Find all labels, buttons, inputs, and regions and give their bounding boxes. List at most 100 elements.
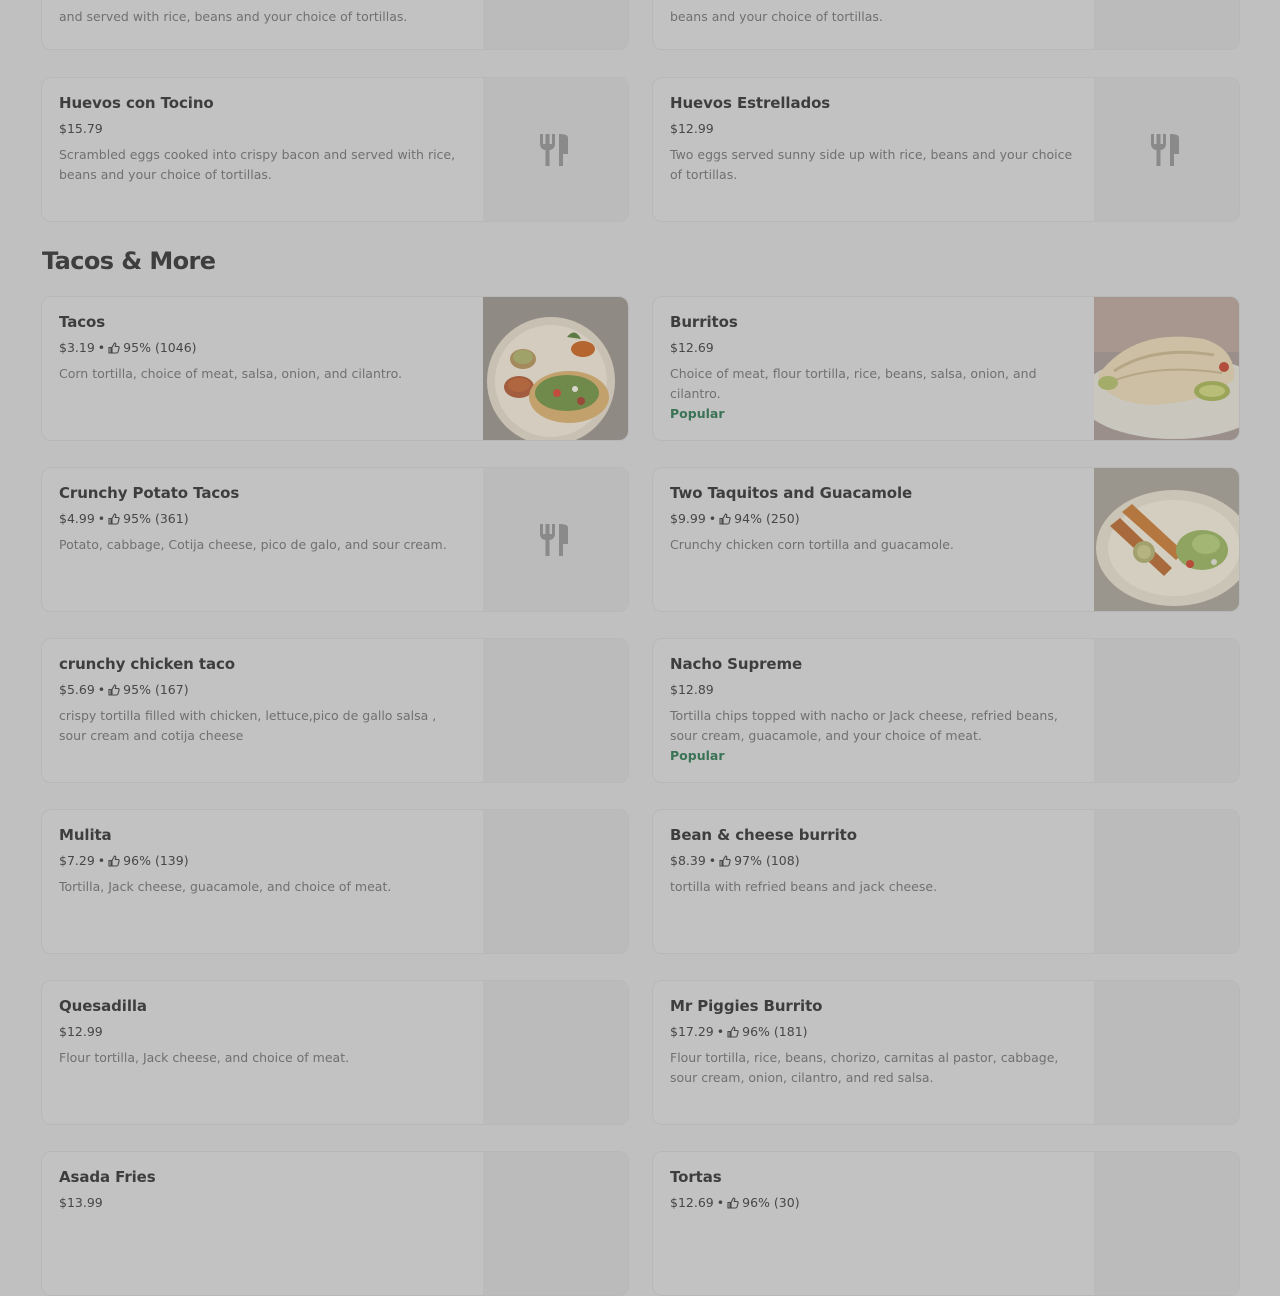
separator-dot: •: [708, 853, 717, 868]
menu-item-image-placeholder: [483, 810, 628, 953]
menu-item-meta: $3.19 • 95% (1046): [59, 340, 467, 356]
menu-item-price: $3.19: [59, 340, 95, 355]
thumbs-up-icon: [719, 513, 731, 525]
menu-item-rating: 95%: [123, 340, 151, 355]
menu-item-info: crunchy chicken taco $5.69 • 95% (167) c…: [59, 655, 467, 746]
menu-item-name: Huevos con Tocino: [59, 94, 214, 112]
menu-item-image-placeholder: [1094, 1152, 1239, 1295]
menu-item-name: Nacho Supreme: [670, 655, 803, 673]
menu-item-card[interactable]: Quesadilla $12.99 Flour tortilla, Jack c…: [41, 980, 629, 1125]
menu-item-card[interactable]: Burritos $12.69 Choice of meat, flour to…: [652, 296, 1240, 441]
menu-item-info: Two Taquitos and Guacamole $9.99 • 94% (…: [670, 484, 1078, 555]
menu-item-card[interactable]: Mulita $7.29 • 96% (139) Tortilla, Jack …: [41, 809, 629, 954]
menu-item-name: Tortas: [670, 1168, 722, 1186]
thumbs-up-icon: [108, 342, 120, 354]
menu-item-description: Scrambled eggs cooked into crispy bacon …: [59, 147, 456, 182]
menu-item-card[interactable]: Crunchy Potato Tacos $4.99 • 95% (361) P…: [41, 467, 629, 612]
separator-dot: •: [97, 853, 106, 868]
menu-item-image-placeholder: [483, 78, 628, 221]
menu-item-card[interactable]: Two Taquitos and Guacamole $9.99 • 94% (…: [652, 467, 1240, 612]
menu-item-description: Two eggs served sunny side up with rice,…: [670, 147, 1073, 182]
menu-item-image-placeholder: [483, 1152, 628, 1295]
thumbs-up-icon: [727, 1197, 739, 1209]
menu-item-price: $12.69: [670, 1195, 714, 1210]
menu-item-price: $15.79: [59, 121, 103, 136]
taquitos-photo: [1094, 468, 1239, 611]
menu-item-info: Tacos $3.19 • 95% (1046) Corn tortilla, …: [59, 313, 467, 384]
menu-item-description: and served with rice, beans and your cho…: [59, 9, 408, 24]
menu-item-card[interactable]: beans and your choice of tortillas.: [652, 0, 1240, 50]
menu-item-meta: $12.69: [670, 340, 1078, 356]
menu-item-card[interactable]: crunchy chicken taco $5.69 • 95% (167) c…: [41, 638, 629, 783]
menu-item-rating-count: (30): [773, 1195, 800, 1210]
menu-item-rating: 95%: [123, 682, 151, 697]
menu-item-image-placeholder: [1094, 810, 1239, 953]
menu-item-name: crunchy chicken taco: [59, 655, 235, 673]
menu-item-card[interactable]: Asada Fries $13.99: [41, 1151, 629, 1296]
fork-knife-icon: [540, 524, 568, 556]
popular-badge: Popular: [670, 406, 725, 421]
menu-item-rating: 96%: [123, 853, 151, 868]
menu-item-info: Tortas $12.69 • 96% (30): [670, 1168, 1078, 1211]
menu-item-rating: 97%: [734, 853, 762, 868]
menu-item-description: Potato, cabbage, Cotija cheese, pico de …: [59, 537, 447, 552]
menu-item-card[interactable]: and served with rice, beans and your cho…: [41, 0, 629, 50]
menu-item-description: Flour tortilla, rice, beans, chorizo, ca…: [670, 1050, 1059, 1085]
menu-item-price: $7.29: [59, 853, 95, 868]
menu-item-image-placeholder: [1094, 78, 1239, 221]
thumbs-up-icon: [108, 855, 120, 867]
separator-dot: •: [97, 682, 106, 697]
menu-item-rating: 96%: [742, 1024, 770, 1039]
menu-item-name: Tacos: [59, 313, 106, 331]
menu-item-rating-count: (167): [154, 682, 189, 697]
menu-item-card[interactable]: Bean & cheese burrito $8.39 • 97% (108) …: [652, 809, 1240, 954]
menu-item-description: Tortilla, Jack cheese, guacamole, and ch…: [59, 879, 392, 894]
menu-item-meta: $12.99: [670, 121, 1078, 137]
menu-item-card[interactable]: Mr Piggies Burrito $17.29 • 96% (181) Fl…: [652, 980, 1240, 1125]
fork-knife-icon: [540, 134, 568, 166]
menu-item-name: Asada Fries: [59, 1168, 156, 1186]
menu-item-rating: 94%: [734, 511, 762, 526]
menu-item-description: Corn tortilla, choice of meat, salsa, on…: [59, 366, 403, 381]
separator-dot: •: [716, 1195, 725, 1210]
menu-item-rating-count: (1046): [154, 340, 197, 355]
menu-item-meta: $13.99: [59, 1195, 467, 1211]
menu-item-info: Mr Piggies Burrito $17.29 • 96% (181) Fl…: [670, 997, 1078, 1088]
burrito-photo: [1094, 297, 1239, 440]
menu-item-card[interactable]: Huevos con Tocino $15.79 Scrambled eggs …: [41, 77, 629, 222]
menu-item-card[interactable]: Tortas $12.69 • 96% (30): [652, 1151, 1240, 1296]
thumbs-up-icon: [108, 513, 120, 525]
menu-item-info: Crunchy Potato Tacos $4.99 • 95% (361) P…: [59, 484, 467, 555]
menu-item-price: $17.29: [670, 1024, 714, 1039]
menu-item-rating-count: (108): [765, 853, 800, 868]
menu-item-info: Huevos con Tocino $15.79 Scrambled eggs …: [59, 94, 467, 185]
menu-item-name: Huevos Estrellados: [670, 94, 831, 112]
thumbs-up-icon: [108, 684, 120, 696]
menu-item-price: $13.99: [59, 1195, 103, 1210]
menu-item-rating: 95%: [123, 511, 151, 526]
menu-item-image-placeholder: [1094, 0, 1239, 49]
menu-item-rating-count: (361): [154, 511, 189, 526]
menu-item-card[interactable]: Nacho Supreme $12.89 Tortilla chips topp…: [652, 638, 1240, 783]
menu-item-card[interactable]: Tacos $3.19 • 95% (1046) Corn tortilla, …: [41, 296, 629, 441]
menu-item-info: Bean & cheese burrito $8.39 • 97% (108) …: [670, 826, 1078, 897]
menu-item-card[interactable]: Huevos Estrellados $12.99 Two eggs serve…: [652, 77, 1240, 222]
menu-item-rating-count: (181): [773, 1024, 808, 1039]
menu-item-info: Asada Fries $13.99: [59, 1168, 467, 1211]
menu-item-name: Bean & cheese burrito: [670, 826, 857, 844]
thumbs-up-icon: [727, 1026, 739, 1038]
section-title: Tacos & More: [42, 247, 216, 275]
menu-item-meta: $12.89: [670, 682, 1078, 698]
menu-item-info: Quesadilla $12.99 Flour tortilla, Jack c…: [59, 997, 467, 1068]
menu-item-image-placeholder: [483, 981, 628, 1124]
menu-item-description: tortilla with refried beans and jack che…: [670, 879, 938, 894]
menu-item-name: Mr Piggies Burrito: [670, 997, 823, 1015]
menu-item-rating-count: (139): [154, 853, 189, 868]
menu-item-price: $4.99: [59, 511, 95, 526]
separator-dot: •: [716, 1024, 725, 1039]
menu-item-meta: $4.99 • 95% (361): [59, 511, 467, 527]
menu-item-rating-count: (250): [765, 511, 800, 526]
menu-item-info: Nacho Supreme $12.89 Tortilla chips topp…: [670, 655, 1078, 765]
menu-item-description: Crunchy chicken corn tortilla and guacam…: [670, 537, 954, 552]
menu-item-image-placeholder: [483, 468, 628, 611]
